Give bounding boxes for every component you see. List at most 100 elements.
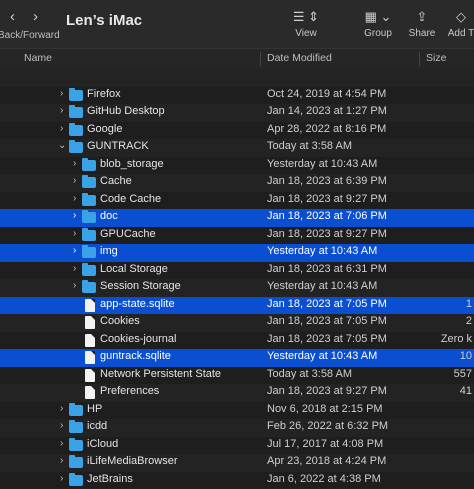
share-label: Share [407,28,437,39]
group-button[interactable]: ▦ ⌄ Group [362,8,394,39]
column-date-header[interactable]: Date Modified [267,52,332,64]
folder-icon [82,212,96,223]
disclosure-chevron-icon[interactable]: › [60,105,63,116]
folder-icon [69,422,83,433]
folder-icon [69,440,83,451]
item-name: app-state.sqlite [100,298,175,310]
list-item-selected[interactable]: app-state.sqlite Jan 18, 2023 at 7:05 PM… [0,297,474,315]
item-date: Yesterday at 10:43 AM [267,280,377,292]
list-item[interactable]: Cookies Jan 18, 2023 at 7:05 PM 2 [0,314,474,332]
list-item[interactable]: › iCloud Jul 17, 2017 at 4:08 PM [0,437,474,455]
list-item[interactable]: › HP Nov 6, 2018 at 2:15 PM [0,402,474,420]
column-header: Name Date Modified Size [0,48,474,70]
column-divider[interactable] [260,52,261,66]
item-name: guntrack.sqlite [100,350,171,362]
disclosure-chevron-icon[interactable]: › [73,280,76,291]
window-title: Len’s iMac [66,12,142,29]
column-name-header[interactable]: Name [24,52,52,64]
item-name: img [100,245,118,257]
folder-icon [69,125,83,136]
disclosure-chevron-icon[interactable]: › [60,473,63,484]
item-name: Preferences [100,385,159,397]
list-item[interactable]: › iLifeMediaBrowser Apr 23, 2018 at 4:24… [0,454,474,472]
item-date: Oct 24, 2019 at 4:54 PM [267,88,386,100]
item-date: Jan 6, 2022 at 4:38 PM [267,473,381,485]
item-date: Yesterday at 10:43 AM [267,245,377,257]
forward-icon[interactable]: › [33,8,38,25]
folder-icon [69,142,83,153]
item-name: Cache [100,175,132,187]
list-item[interactable]: Cookies-journal Jan 18, 2023 at 7:05 PM … [0,332,474,350]
disclosure-chevron-icon[interactable]: › [73,175,76,186]
column-divider[interactable] [419,52,420,66]
list-item[interactable]: › JetBrains Jan 6, 2022 at 4:38 PM [0,472,474,489]
item-date: Feb 26, 2022 at 6:32 PM [267,420,388,432]
item-name: iCloud [87,438,118,450]
folder-icon [69,405,83,416]
list-item[interactable]: › GitHub Desktop Jan 14, 2023 at 1:27 PM [0,104,474,122]
disclosure-chevron-icon[interactable]: › [60,420,63,431]
folder-icon [82,230,96,241]
disclosure-chevron-icon[interactable]: › [73,263,76,274]
item-name: Network Persistent State [100,368,221,380]
list-item[interactable]: › Code Cache Jan 18, 2023 at 9:27 PM [0,192,474,210]
item-name: Firefox [87,88,121,100]
item-date: Jan 18, 2023 at 9:27 PM [267,228,387,240]
item-date: Yesterday at 10:43 AM [267,158,377,170]
column-size-header[interactable]: Size [426,52,446,64]
folder-icon [82,247,96,258]
item-date: Today at 3:58 AM [267,368,352,380]
document-icon [85,369,95,382]
list-item-selected[interactable]: guntrack.sqlite Yesterday at 10:43 AM 10 [0,349,474,367]
folder-icon [69,457,83,468]
add-tags-label: Add T [446,28,474,39]
item-name: GitHub Desktop [87,105,165,117]
tag-icon: ◇ [446,8,474,26]
disclosure-chevron-icon[interactable]: › [60,438,63,449]
disclosure-chevron-icon[interactable]: › [60,88,63,99]
back-icon[interactable]: ‹ [10,8,15,25]
disclosure-chevron-icon[interactable]: › [60,455,63,466]
item-size: 2 [466,315,472,327]
disclosure-chevron-icon[interactable]: › [60,123,63,134]
list-item[interactable]: ⌄ GUNTRACK Today at 3:58 AM [0,139,474,157]
list-item[interactable]: › blob_storage Yesterday at 10:43 AM [0,157,474,175]
item-date: Nov 6, 2018 at 2:15 PM [267,403,383,415]
list-item[interactable]: › GPUCache Jan 18, 2023 at 9:27 PM [0,227,474,245]
list-item[interactable]: › Session Storage Yesterday at 10:43 AM [0,279,474,297]
list-item-selected[interactable]: › doc Jan 18, 2023 at 7:06 PM [0,209,474,227]
list-item-selected[interactable]: › img Yesterday at 10:43 AM [0,244,474,262]
list-item[interactable]: › Local Storage Jan 18, 2023 at 6:31 PM [0,262,474,280]
list-item[interactable]: Preferences Jan 18, 2023 at 9:27 PM 41 [0,384,474,402]
list-item[interactable]: › Cache Jan 18, 2023 at 6:39 PM [0,174,474,192]
document-icon [85,299,95,312]
group-grid-icon: ▦ ⌄ [362,8,394,26]
list-item[interactable]: › Google Apr 28, 2022 at 8:16 PM [0,122,474,140]
disclosure-chevron-icon[interactable]: › [73,210,76,221]
item-name: doc [100,210,118,222]
item-size: Zero k [441,333,472,345]
list-item[interactable]: › icdd Feb 26, 2022 at 6:32 PM [0,419,474,437]
disclosure-chevron-icon[interactable]: › [60,403,63,414]
group-label: Group [362,28,394,39]
document-icon [85,386,95,399]
list-item[interactable] [0,69,474,87]
item-date: Jul 17, 2017 at 4:08 PM [267,438,383,450]
list-item[interactable]: › Firefox Oct 24, 2019 at 4:54 PM [0,87,474,105]
item-size: 557 [454,368,472,380]
disclosure-chevron-icon[interactable]: › [73,228,76,239]
disclosure-chevron-icon[interactable]: › [73,193,76,204]
item-name: Cookies [100,315,140,327]
document-icon [85,334,95,347]
add-tags-button[interactable]: ◇ Add T [446,8,474,39]
item-date: Jan 18, 2023 at 6:31 PM [267,263,387,275]
view-button[interactable]: ☰ ⇕ View [292,8,320,39]
item-size: 1 [466,298,472,310]
disclosure-chevron-icon[interactable]: › [73,158,76,169]
list-item[interactable]: Network Persistent State Today at 3:58 A… [0,367,474,385]
disclosure-chevron-down-icon[interactable]: ⌄ [58,140,66,151]
share-button[interactable]: ⇪ Share [407,8,437,39]
disclosure-chevron-icon[interactable]: › [73,245,76,256]
folder-icon [69,90,83,101]
document-icon [85,351,95,364]
